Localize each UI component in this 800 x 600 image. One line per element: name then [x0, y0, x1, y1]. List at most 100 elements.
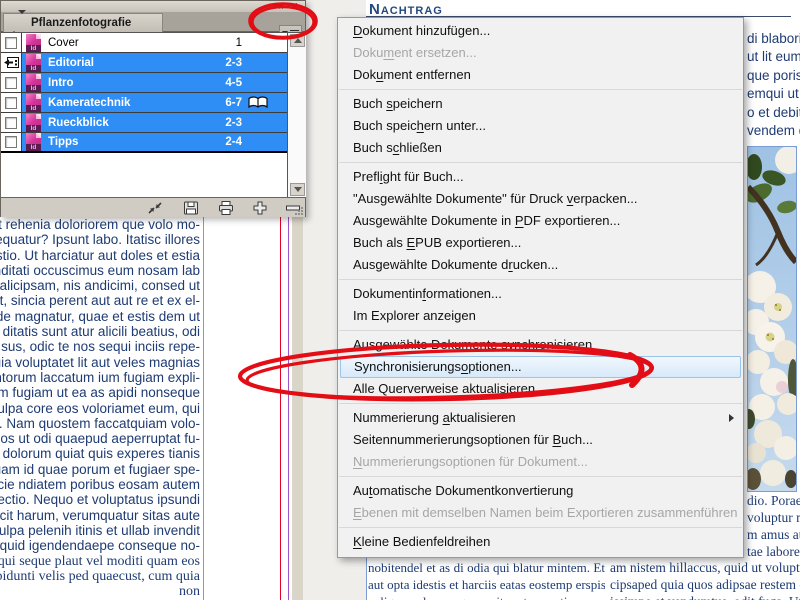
- save-book-icon[interactable]: [183, 201, 199, 215]
- menu-item[interactable]: Dokument hinzufügen...: [338, 20, 743, 42]
- text-line: m amus aut: [747, 526, 800, 543]
- right-column-text-bottom: dio. Poraecuvoluptur milm amus auttae la…: [747, 492, 800, 560]
- text-line: a quiscie ndiatem poribus eosam autem: [0, 477, 200, 492]
- text-line: undebit, sincia perent aut aut re et ex …: [0, 293, 200, 308]
- document-indicator-box: [5, 97, 17, 109]
- document-page-range: 4-5: [184, 77, 244, 89]
- text-frame-edge: [203, 217, 204, 600]
- indesign-document-icon: Id: [26, 94, 41, 112]
- book-document-row[interactable]: IdEditorial2-3: [1, 53, 287, 73]
- text-line: liqui alicipsam, nis andicimi, consed ut: [0, 278, 200, 293]
- menu-separator: [339, 89, 742, 90]
- text-line: ntem ditatis sunt atur alicili beatius, …: [0, 324, 200, 339]
- style-source-indicator[interactable]: [1, 53, 22, 72]
- menu-item[interactable]: Automatische Dokumentkonvertierung: [338, 480, 743, 502]
- document-open-indicator: [244, 96, 287, 109]
- book-document-row[interactable]: IdKameratechnik6-7: [1, 93, 287, 113]
- text-line: ut ratistio. Ut harciatur aut doles et e…: [0, 248, 200, 263]
- book-document-row[interactable]: Id Tipps2-4: [1, 133, 287, 153]
- close-panel-icon[interactable]: ✕: [290, 1, 298, 11]
- menu-item[interactable]: Ausgewählte Dokumente in PDF exportieren…: [338, 210, 743, 232]
- document-name: Editorial: [48, 57, 184, 69]
- panel-tab-label: Pflanzenfotografie: [31, 17, 131, 29]
- text-line: umquam id quae porum et fugiaer spe-: [0, 462, 200, 477]
- menu-item: Dokument ersetzen...: [338, 42, 743, 64]
- menu-item[interactable]: Dokument entfernen: [338, 64, 743, 86]
- document-indicator-box: [5, 37, 17, 49]
- menu-item[interactable]: Alle Querverweise aktualisieren: [338, 378, 743, 400]
- text-line: issimpe et vendumtus, odit fuga. Ut labo: [610, 593, 800, 600]
- submenu-arrow-icon: [729, 414, 734, 422]
- document-status-cell[interactable]: [1, 113, 22, 132]
- document-status-cell[interactable]: [1, 33, 22, 52]
- menu-item[interactable]: Synchronisierungsoptionen...: [340, 356, 741, 378]
- menu-item[interactable]: Buch als EPUB exportieren...: [338, 232, 743, 254]
- menu-item[interactable]: Seitennummerierungsoptionen für Buch...: [338, 429, 743, 451]
- text-line: quiat qui seque plaut vel moditi quam eo…: [0, 554, 200, 569]
- text-line: que poriste: [747, 67, 800, 85]
- indesign-document-icon: Id: [26, 133, 41, 151]
- menu-separator: [339, 476, 742, 477]
- panel-toolbar: [1, 197, 305, 217]
- text-line: nim et rehenia doloriorem que volo mo-: [0, 217, 200, 232]
- menu-item[interactable]: Im Explorer anzeigen: [338, 305, 743, 327]
- book-document-row[interactable]: Id Intro4-5: [1, 73, 287, 93]
- text-line: e suntorum laccatum ium fugiam expli-: [0, 370, 200, 385]
- indesign-document-icon: Id: [26, 114, 41, 132]
- menu-separator: [339, 330, 742, 331]
- menu-item[interactable]: Dokumentinformationen...: [338, 283, 743, 305]
- panel-resize-grip[interactable]: [294, 206, 304, 216]
- menu-item[interactable]: Preflight für Buch...: [338, 166, 743, 188]
- menu-item[interactable]: Ausgewählte Dokumente drucken...: [338, 254, 743, 276]
- book-document-list: IdCover1IdEditorial2-3IdIntro4-5IdKamera…: [1, 32, 287, 197]
- print-book-icon[interactable]: [218, 201, 234, 215]
- text-line: non: [0, 584, 200, 599]
- menu-item[interactable]: "Ausgewählte Dokumente" für Druck verpac…: [338, 188, 743, 210]
- text-line: iae et dolorum quiat quis experes tianis: [0, 446, 200, 461]
- document-indicator-box: [5, 136, 17, 148]
- menu-item[interactable]: Buch speichern unter...: [338, 115, 743, 137]
- menu-item[interactable]: Kleine Bedienfeldreihen: [338, 531, 743, 553]
- text-line: am nistem hillaccus, quid ut voluptam fu: [610, 559, 800, 576]
- text-line: tae laborero: [747, 543, 800, 560]
- add-document-icon[interactable]: [252, 201, 268, 215]
- document-name: Cover: [48, 37, 184, 49]
- document-status-cell[interactable]: [1, 73, 22, 92]
- text-line: eostrum sus, odic te nos sequi inciis re…: [0, 339, 200, 354]
- indesign-document-icon: Id: [26, 34, 41, 52]
- text-line: di blaboribea: [747, 30, 800, 48]
- text-line: emqui ut do: [747, 85, 800, 103]
- text-line: dio. Poraecu: [747, 492, 800, 509]
- synchronize-icon[interactable]: [147, 201, 163, 215]
- apple-blossom-photo: [747, 146, 797, 492]
- book-document-row[interactable]: Id Cover1: [1, 33, 287, 53]
- scrollbar[interactable]: [287, 32, 306, 197]
- document-page-range: 2-4: [184, 136, 244, 148]
- document-page-range: 1: [184, 37, 244, 49]
- book-panel: ◀◀ ✕ Pflanzenfotografie IdCover1IdEditor…: [0, 0, 306, 217]
- document-name: Intro: [48, 77, 184, 89]
- scroll-down-icon[interactable]: [290, 183, 305, 196]
- text-line: itat unditati occuscimus eum nosam lab: [0, 263, 200, 278]
- open-book-icon: [248, 96, 268, 109]
- text-line: ut lit eum ea: [747, 48, 800, 66]
- document-status-cell[interactable]: [1, 133, 22, 151]
- menu-item[interactable]: Nummerierung aktualisieren: [338, 407, 743, 429]
- collapse-panel-icon[interactable]: ◀◀: [274, 2, 281, 11]
- menu-separator: [339, 162, 742, 163]
- document-name: Tipps: [48, 136, 184, 148]
- document-page-range: 6-7: [184, 97, 244, 109]
- text-line: tinulpa pelenih itinis et ullab invendit: [0, 523, 200, 538]
- indesign-document-icon: Id: [26, 74, 41, 92]
- panel-tab-row: Pflanzenfotografie: [1, 12, 305, 32]
- menu-item[interactable]: Ausgewählte Dokumente synchronisieren: [338, 334, 743, 356]
- scroll-up-icon[interactable]: [290, 34, 305, 47]
- menu-item[interactable]: Buch schließen: [338, 137, 743, 159]
- panel-expand-icon: [10, 14, 26, 32]
- bottom-text-column-b: am nistem hillaccus, quid ut voluptam fu…: [610, 559, 800, 600]
- tab-book-pflanzenfotografie[interactable]: Pflanzenfotografie: [3, 13, 163, 32]
- document-status-cell[interactable]: [1, 93, 22, 112]
- text-line: vendem qui: [747, 122, 800, 140]
- book-document-row[interactable]: IdRueckblick2-3: [1, 113, 287, 133]
- menu-item[interactable]: Buch speichern: [338, 93, 743, 115]
